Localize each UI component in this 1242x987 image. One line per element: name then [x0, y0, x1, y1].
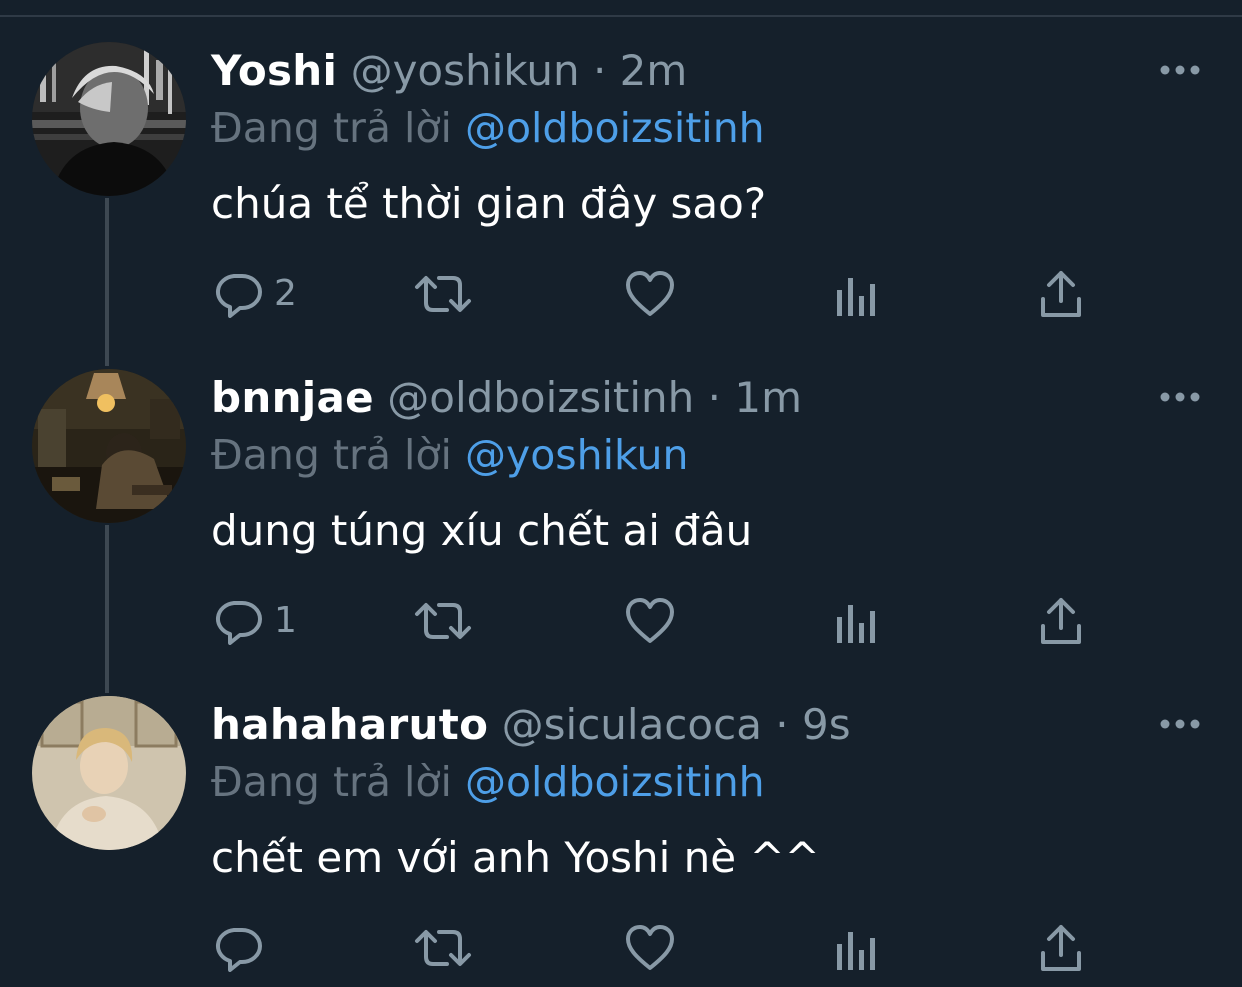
user-handle[interactable]: @siculacoca	[502, 700, 762, 749]
like-button[interactable]	[625, 591, 675, 651]
avatar[interactable]	[32, 696, 186, 850]
more-button[interactable]	[1158, 58, 1202, 82]
share-icon	[1041, 925, 1081, 971]
avatar[interactable]	[32, 42, 186, 196]
avatar[interactable]	[32, 369, 186, 523]
reply-count: 2	[274, 273, 297, 314]
avatar-image	[32, 696, 186, 850]
tweet-header: Yoshi @yoshikun · 2m	[211, 44, 687, 98]
share-icon	[1041, 271, 1081, 317]
timestamp[interactable]: 1m	[734, 373, 802, 422]
timestamp[interactable]: 9s	[802, 700, 851, 749]
display-name[interactable]: hahaharuto	[211, 700, 488, 749]
like-icon	[626, 271, 674, 316]
like-button[interactable]	[625, 264, 675, 324]
more-button[interactable]	[1158, 712, 1202, 736]
separator-dot: ·	[775, 700, 789, 749]
user-handle[interactable]: @oldboizsitinh	[387, 373, 694, 422]
replying-label: Đang trả lời	[211, 431, 452, 479]
tweet-text: chúa tể thời gian đây sao?	[211, 179, 767, 228]
tweet-header: bnnjae @oldboizsitinh · 1m	[211, 371, 802, 425]
reply-icon	[216, 601, 262, 645]
tweet-actions	[0, 918, 1242, 978]
replying-to: Đang trả lời @oldboizsitinh	[211, 755, 765, 809]
replying-to: Đang trả lời @yoshikun	[211, 428, 689, 482]
replying-label: Đang trả lời	[211, 758, 452, 806]
reply-count: 1	[274, 600, 297, 641]
more-icon	[1160, 392, 1200, 402]
tweet-text: dung túng xíu chết ai đâu	[211, 506, 753, 555]
analytics-icon	[837, 932, 875, 970]
retweet-button[interactable]	[414, 918, 472, 978]
retweet-icon	[415, 276, 471, 312]
tweet-text: chết em với anh Yoshi nè ^^	[211, 833, 820, 882]
tweet-actions: 2	[0, 264, 1242, 324]
reply-button[interactable]: 2	[214, 264, 297, 324]
analytics-button[interactable]	[834, 264, 878, 324]
more-icon	[1160, 719, 1200, 729]
avatar-image	[32, 42, 186, 196]
replying-label: Đang trả lời	[211, 104, 452, 152]
analytics-button[interactable]	[834, 918, 878, 978]
retweet-button[interactable]	[414, 591, 472, 651]
like-icon	[626, 925, 674, 970]
more-button[interactable]	[1158, 385, 1202, 409]
replying-mention[interactable]: @yoshikun	[465, 431, 689, 479]
timestamp[interactable]: 2m	[620, 46, 688, 95]
separator-dot: ·	[592, 46, 607, 95]
analytics-icon	[837, 278, 875, 316]
display-name[interactable]: Yoshi	[211, 46, 337, 95]
tweet[interactable]: hahaharuto @siculacoca · 9s Đang trả lời…	[0, 654, 1242, 981]
reply-icon	[216, 928, 262, 972]
more-icon	[1160, 65, 1200, 75]
tweet[interactable]: Yoshi @yoshikun · 2m Đang trả lời @oldbo…	[0, 0, 1242, 327]
tweet-actions: 1	[0, 591, 1242, 651]
retweet-icon	[415, 603, 471, 639]
separator-dot: ·	[707, 373, 721, 422]
avatar-image	[32, 369, 186, 523]
like-icon	[626, 598, 674, 643]
retweet-icon	[415, 930, 471, 966]
user-handle[interactable]: @yoshikun	[351, 46, 580, 95]
analytics-button[interactable]	[834, 591, 878, 651]
display-name[interactable]: bnnjae	[211, 373, 374, 422]
reply-button[interactable]	[214, 918, 274, 978]
retweet-button[interactable]	[414, 264, 472, 324]
like-button[interactable]	[625, 918, 675, 978]
tweet[interactable]: bnnjae @oldboizsitinh · 1m Đang trả lời …	[0, 327, 1242, 654]
tweet-header: hahaharuto @siculacoca · 9s	[211, 698, 851, 752]
replying-mention[interactable]: @oldboizsitinh	[465, 758, 765, 806]
reply-button[interactable]: 1	[214, 591, 297, 651]
share-icon	[1041, 598, 1081, 644]
reply-icon	[216, 274, 262, 318]
replying-to: Đang trả lời @oldboizsitinh	[211, 101, 765, 155]
share-button[interactable]	[1039, 918, 1083, 978]
analytics-icon	[837, 605, 875, 643]
replying-mention[interactable]: @oldboizsitinh	[465, 104, 765, 152]
share-button[interactable]	[1039, 264, 1083, 324]
share-button[interactable]	[1039, 591, 1083, 651]
